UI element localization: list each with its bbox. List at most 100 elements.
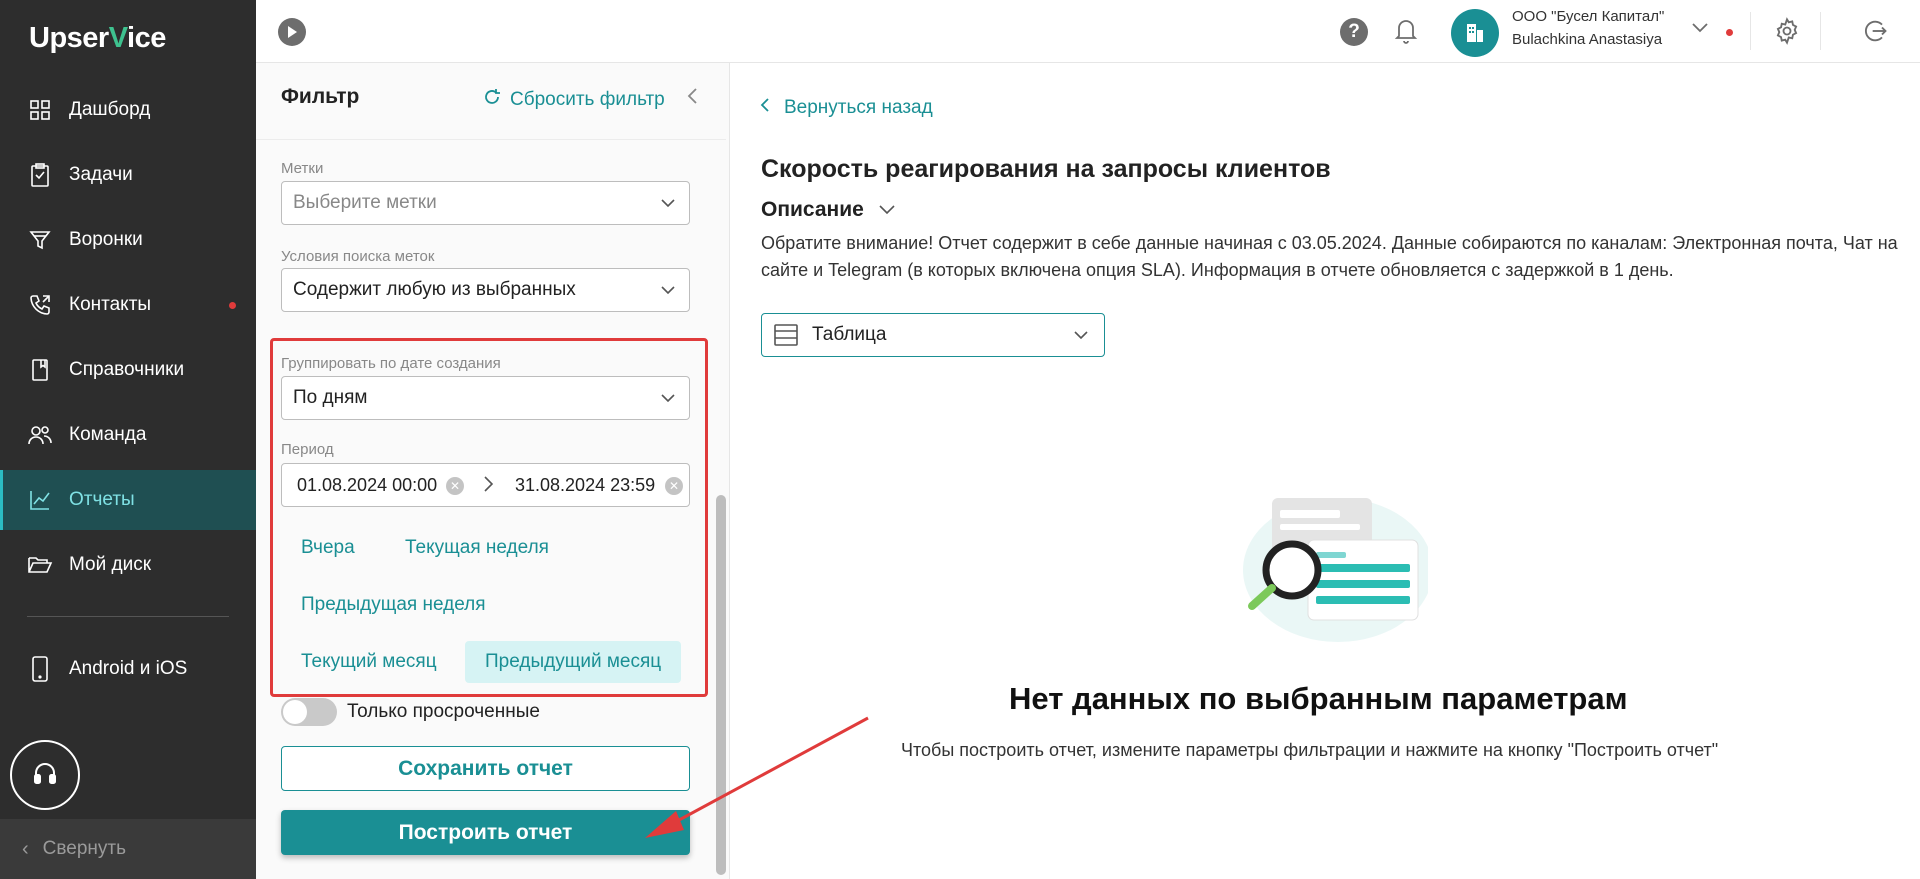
header-divider [1750,12,1751,50]
sidebar: UpserVice Дашборд Задачи Воронки Контакт… [0,0,256,879]
book-icon [27,357,53,383]
notification-dot [229,302,236,309]
overdue-only-label: Только просроченные [347,701,540,722]
sidebar-item-label: Контакты [69,294,152,315]
tag-condition-value: Содержит любую из выбранных [293,279,576,300]
tags-placeholder: Выберите метки [293,192,437,213]
collapse-filter-icon[interactable] [686,87,698,111]
sidebar-item-dashboard[interactable]: Дашборд [0,80,256,140]
bell-icon[interactable] [1394,16,1418,49]
sidebar-item-label: Задачи [69,164,133,185]
period-to-input[interactable]: 31.08.2024 23:59 [515,475,655,496]
funnel-icon [27,227,53,253]
build-report-button[interactable]: Построить отчет [281,810,690,855]
reset-filter-button[interactable]: Сбросить фильтр [482,87,665,113]
tasks-icon [27,162,53,188]
sidebar-item-contacts[interactable]: Контакты [0,275,256,335]
empty-state-subtitle: Чтобы построить отчет, измените параметр… [901,740,1719,760]
description-toggle[interactable]: Описание [761,198,896,222]
team-icon [27,422,53,448]
chevron-down-icon [659,281,677,305]
chevron-left-icon: ‹ [22,837,29,860]
view-mode-value: Таблица [812,324,887,345]
chart-icon [27,487,53,513]
back-label: Вернуться назад [784,97,933,118]
sidebar-item-tasks[interactable]: Задачи [0,145,256,205]
quick-yesterday-button[interactable]: Вчера [281,527,375,569]
save-report-button[interactable]: Сохранить отчет [281,746,690,791]
refresh-icon [482,87,510,113]
sidebar-item-label: Мой диск [69,554,152,575]
chevron-left-icon [760,97,770,119]
tag-condition-label: Условия поиска меток [281,248,435,265]
notification-dot [1726,29,1733,36]
sidebar-item-team[interactable]: Команда [0,405,256,465]
back-link[interactable]: Вернуться назад [760,97,933,119]
sidebar-item-label: Android и iOS [69,658,188,679]
filter-title: Фильтр [281,85,360,108]
gear-icon[interactable] [1773,17,1801,50]
description-text: Обратите внимание! Отчет содержит в себе… [761,233,1898,280]
phone-call-icon [27,292,53,318]
sidebar-item-label: Отчеты [69,489,135,510]
org-avatar[interactable] [1451,9,1499,57]
filter-divider [256,139,726,140]
sidebar-item-mobile-apps[interactable]: Android и iOS [0,639,256,699]
reset-filter-label: Сбросить фильтр [510,89,665,110]
scrollbar[interactable] [716,495,726,875]
period-from-input[interactable]: 01.08.2024 00:00 [297,475,437,496]
chevron-down-icon [864,198,896,222]
logo[interactable]: UpserVice [29,22,166,55]
quick-previous-month-button[interactable]: Предыдущий месяц [465,641,682,683]
sidebar-item-label: Воронки [69,229,143,250]
user-name[interactable]: Bulachkina Anastasiya [1512,31,1662,48]
chevron-right-icon [482,474,494,499]
sidebar-item-label: Дашборд [69,99,151,120]
org-name[interactable]: ООО "Бусел Капитал" [1512,8,1664,25]
folder-icon [27,552,53,578]
sidebar-item-reports[interactable]: Отчеты [0,470,256,530]
toggle-knob [283,700,307,724]
quick-current-month-button[interactable]: Текущий месяц [281,641,457,683]
empty-state-title: Нет данных по выбранным параметрам [1009,681,1628,716]
help-icon[interactable]: ? [1340,18,1368,46]
sidebar-divider [27,616,229,617]
sidebar-item-label: Справочники [69,359,185,380]
overdue-only-toggle[interactable] [281,698,337,726]
period-label: Период [281,441,334,458]
clear-icon[interactable]: ✕ [446,477,464,495]
description-toggle-label: Описание [761,198,864,221]
play-icon[interactable] [278,18,306,46]
page-title: Скорость реагирования на запросы клиенто… [761,155,1331,183]
tags-select[interactable]: Выберите метки [281,181,690,225]
table-icon [774,324,798,352]
chevron-down-icon[interactable] [1691,20,1709,38]
header-divider [1820,12,1821,50]
collapse-label: Свернуть [42,838,127,859]
logout-icon[interactable] [1861,17,1889,50]
support-button[interactable] [10,740,80,810]
sidebar-item-label: Команда [69,424,147,445]
quick-current-week-button[interactable]: Текущая неделя [385,527,569,569]
sidebar-item-directories[interactable]: Справочники [0,340,256,400]
sidebar-item-my-disk[interactable]: Мой диск [0,535,256,595]
phone-icon [27,656,53,682]
group-by-select[interactable]: По дням [281,376,690,420]
group-by-label: Группировать по дате создания [281,355,501,372]
group-by-value: По дням [293,387,368,408]
top-header: ? ООО "Бусел Капитал" Bulachkina Anastas… [256,0,1920,63]
collapse-sidebar-button[interactable]: ‹ Свернуть [0,819,256,879]
chevron-down-icon [659,194,677,218]
chevron-down-icon [659,389,677,413]
empty-search-illustration [1228,490,1433,655]
sidebar-item-funnels[interactable]: Воронки [0,210,256,270]
view-mode-select[interactable]: Таблица [761,313,1105,357]
clear-icon[interactable]: ✕ [665,477,683,495]
dashboard-icon [27,97,53,123]
tag-condition-select[interactable]: Содержит любую из выбранных [281,268,690,312]
chevron-down-icon [1072,326,1090,350]
headset-icon [32,760,58,791]
quick-previous-week-button[interactable]: Предыдущая неделя [281,584,506,626]
tags-label: Метки [281,160,324,177]
period-range-picker: 01.08.2024 00:00 ✕ 31.08.2024 23:59 ✕ [281,463,690,507]
